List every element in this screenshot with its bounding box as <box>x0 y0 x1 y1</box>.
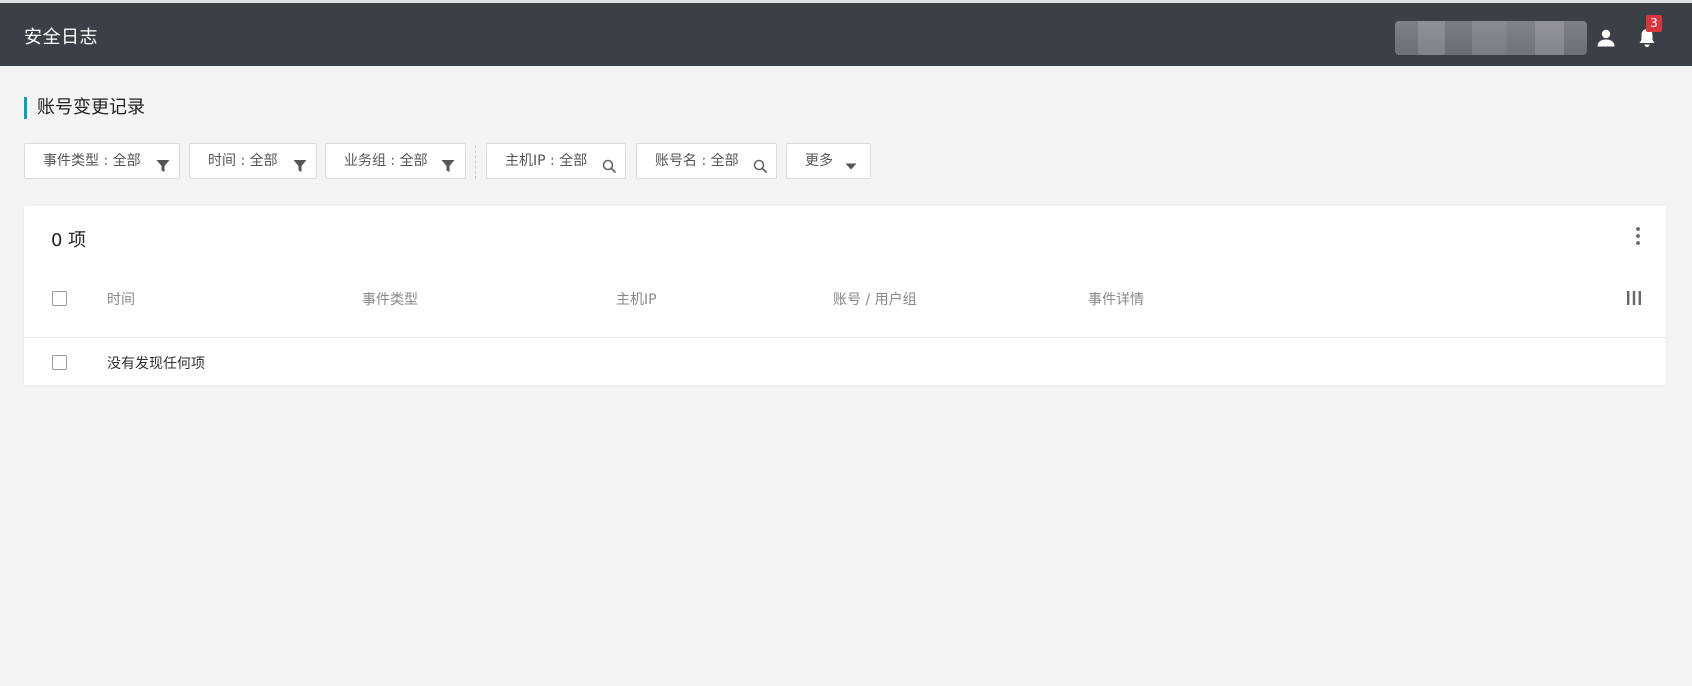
column-settings-icon[interactable] <box>1624 288 1644 308</box>
column-time[interactable]: 时间 <box>107 289 135 309</box>
more-filters-button[interactable]: 更多 <box>786 143 871 179</box>
filter-label: 账号名 : 全部 <box>655 153 739 169</box>
redacted-username[interactable] <box>1395 21 1587 55</box>
column-account-group[interactable]: 账号 / 用户组 <box>833 289 917 309</box>
caret-down-icon <box>843 153 859 170</box>
filter-label: 业务组 : 全部 <box>344 153 428 169</box>
column-event-details[interactable]: 事件详情 <box>1088 289 1144 309</box>
results-card: 0 项 时间 事件类型 主机IP 账号 / 用户组 事件详情 没有发现任何项 <box>24 206 1666 385</box>
filter-icon <box>292 153 308 172</box>
filter-icon <box>440 153 456 172</box>
app-title: 安全日志 <box>24 27 98 48</box>
filter-host-ip[interactable]: 主机IP : 全部 <box>486 143 626 179</box>
top-header: 安全日志 3 <box>0 3 1692 66</box>
empty-message: 没有发现任何项 <box>107 356 205 372</box>
filter-event-type[interactable]: 事件类型 : 全部 <box>24 143 180 179</box>
page-title: 账号变更记录 <box>24 97 145 119</box>
table-header: 时间 事件类型 主机IP 账号 / 用户组 事件详情 <box>24 266 1666 338</box>
filter-label: 主机IP : 全部 <box>505 153 588 169</box>
select-all-checkbox[interactable] <box>52 291 67 306</box>
filter-account-name[interactable]: 账号名 : 全部 <box>636 143 777 179</box>
filter-icon <box>155 153 171 172</box>
filter-label: 事件类型 : 全部 <box>43 153 141 169</box>
row-checkbox[interactable] <box>52 355 67 370</box>
filter-label: 更多 <box>805 153 833 169</box>
column-event-type[interactable]: 事件类型 <box>362 289 418 309</box>
table-row: 没有发现任何项 <box>24 338 1666 385</box>
filter-divider <box>475 145 476 179</box>
filter-time[interactable]: 时间 : 全部 <box>189 143 317 179</box>
search-icon <box>601 153 617 173</box>
notification-badge: 3 <box>1646 15 1662 32</box>
user-icon[interactable] <box>1594 26 1618 50</box>
result-count: 0 项 <box>51 230 87 251</box>
column-host-ip[interactable]: 主机IP <box>616 289 657 309</box>
more-options-icon[interactable] <box>1628 224 1648 248</box>
filter-label: 时间 : 全部 <box>208 153 278 169</box>
search-icon <box>752 153 768 173</box>
filter-business-group[interactable]: 业务组 : 全部 <box>325 143 466 179</box>
